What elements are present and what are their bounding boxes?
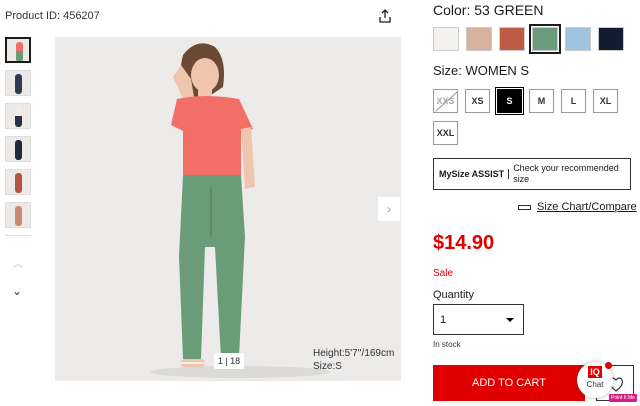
size-option-l[interactable]: L	[561, 89, 586, 113]
mysize-assist-button[interactable]: MySize ASSIST Check your recommended siz…	[433, 158, 631, 190]
quantity-select[interactable]: 1	[433, 304, 524, 335]
add-to-cart-button[interactable]: ADD TO CART	[433, 365, 585, 401]
next-image-button[interactable]: ›	[378, 197, 400, 221]
thumbnail-figure	[15, 74, 22, 94]
thumbnail-3[interactable]	[5, 103, 31, 129]
notification-dot	[605, 362, 612, 369]
chevron-up-icon[interactable]: ︿	[13, 255, 23, 270]
thumbnail-2[interactable]	[5, 70, 31, 96]
size-option-s[interactable]: S	[495, 87, 524, 115]
color-swatch[interactable]	[433, 27, 459, 51]
product-id: Product ID: 456207	[5, 10, 100, 22]
color-swatch[interactable]	[565, 27, 591, 51]
size-chart-label: Size Chart/Compare	[537, 201, 637, 213]
color-swatch[interactable]	[529, 24, 561, 54]
thumbnail-list	[5, 37, 33, 248]
color-swatch[interactable]	[598, 27, 624, 51]
thumbnail-figure	[16, 42, 23, 61]
main-product-image	[55, 37, 401, 381]
share-icon[interactable]	[377, 8, 393, 24]
mysize-text: Check your recommended size	[513, 163, 619, 184]
thumbnail-figure	[15, 140, 22, 160]
iq-logo: IQ	[588, 366, 602, 378]
model-photo	[55, 37, 401, 381]
stock-status: In stock	[433, 340, 461, 349]
size-option-xs[interactable]: XS	[465, 89, 490, 113]
model-info: Height:5'7''/169cm Size:S	[313, 347, 394, 373]
caret-down-icon	[506, 318, 514, 322]
color-swatch[interactable]	[499, 27, 525, 51]
thumbnail-figure	[15, 107, 22, 127]
size-chart-link[interactable]: Size Chart/Compare	[518, 201, 637, 213]
size-option-m[interactable]: M	[529, 89, 554, 113]
mysize-brand: MySize ASSIST	[439, 169, 510, 179]
model-size: Size:S	[313, 361, 342, 372]
size-options: XXS XS S M L XL XXL	[433, 87, 633, 145]
thumbnail-5[interactable]	[5, 169, 31, 195]
point-it-badge[interactable]: Point It Me	[609, 394, 637, 402]
color-swatch[interactable]	[466, 27, 492, 51]
model-height: Height:5'7''/169cm	[313, 348, 395, 359]
thumbnail-figure	[15, 173, 22, 193]
thumbnail-1[interactable]	[5, 37, 31, 63]
image-counter: 1 | 18	[214, 353, 244, 369]
quantity-label: Quantity	[433, 289, 474, 301]
quantity-value: 1	[440, 313, 447, 326]
ruler-icon	[518, 204, 531, 210]
price: $14.90	[433, 232, 495, 254]
size-option-xl[interactable]: XL	[593, 89, 618, 113]
chevron-down-icon[interactable]: ⌄	[12, 284, 22, 298]
color-swatches	[433, 24, 624, 54]
sale-label: Sale	[433, 268, 454, 279]
size-option-xxl[interactable]: XXL	[433, 121, 458, 145]
thumbnail-divider	[5, 235, 31, 236]
thumbnail-6[interactable]	[5, 202, 31, 228]
size-option-xxs[interactable]: XXS	[433, 89, 458, 113]
chat-label: Chat	[586, 380, 604, 389]
size-label: Size: WOMEN S	[433, 63, 530, 78]
color-label: Color: 53 GREEN	[433, 2, 544, 18]
thumbnail-figure	[15, 206, 22, 226]
thumbnail-4[interactable]	[5, 136, 31, 162]
iq-chat-button[interactable]: IQ Chat	[577, 362, 613, 398]
